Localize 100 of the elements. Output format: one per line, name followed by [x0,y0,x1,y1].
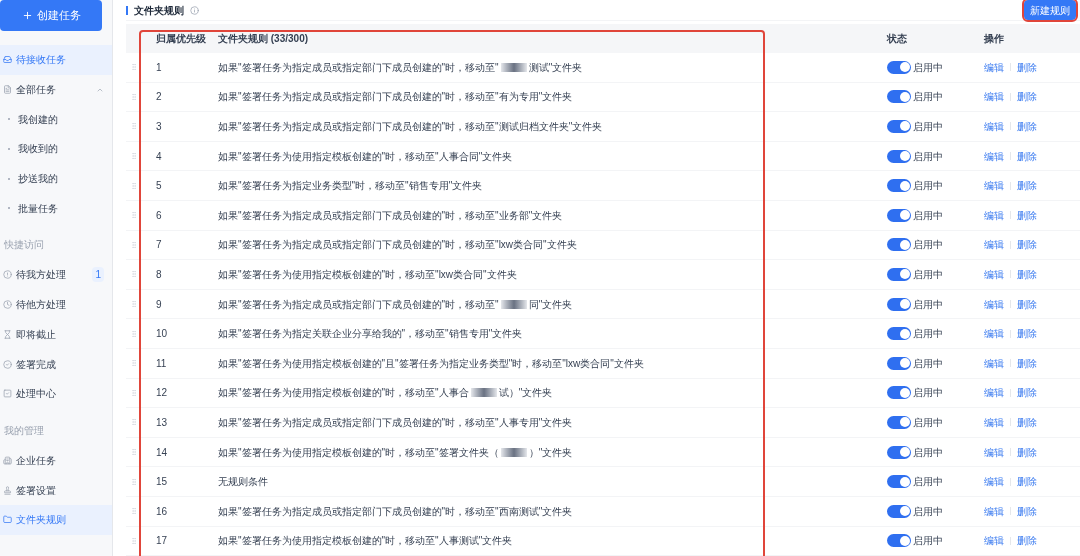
nav-item[interactable]: 企业任务 [0,445,112,476]
edit-link[interactable]: 编辑 [984,474,1004,490]
status-switch[interactable] [887,179,911,193]
status-label: 启用中 [913,534,943,549]
status-switch[interactable] [887,504,911,518]
delete-link[interactable]: 删除 [1017,237,1037,253]
priority-cell-text: 13 [155,415,169,430]
status-switch[interactable] [887,356,911,370]
delete-link[interactable]: 删除 [1017,266,1037,282]
edit-link[interactable]: 编辑 [984,207,1004,223]
nav-subitem[interactable]: 我收到的 [0,134,112,164]
status-switch[interactable] [887,534,911,548]
status-label: 启用中 [913,90,943,105]
edit-link[interactable]: 编辑 [984,119,1004,134]
delete-link[interactable]: 删除 [1017,119,1037,134]
status-switch[interactable] [887,60,911,74]
edit-link[interactable]: 编辑 [984,266,1004,282]
status-label: 启用中 [913,267,943,282]
nav-item[interactable]: 处理中心 [0,378,112,409]
nav-subitem[interactable]: 抄送我的 [0,163,112,194]
priority-cell-text: 10 [155,327,169,342]
priority-cell-text: 7 [155,238,163,253]
edit-link[interactable]: 编辑 [984,414,1004,430]
nav-item[interactable]: 待接收任务 [0,45,112,75]
delete-link[interactable]: 删除 [1017,326,1037,342]
status-switch[interactable] [887,386,911,400]
delete-link[interactable]: 删除 [1017,59,1037,75]
priority-cell-text: 17 [155,534,169,549]
page-title: 文件夹规则 [134,3,184,18]
status-switch[interactable] [887,297,911,311]
delete-link[interactable]: 删除 [1017,503,1037,519]
nav-item[interactable]: 签署设置 [0,475,112,505]
edit-link[interactable]: 编辑 [984,148,1004,164]
priority-cell-text: 15 [155,475,169,490]
nav-subitem[interactable]: 我创建的 [0,104,112,135]
nav-item[interactable]: 待他方处理 [0,289,112,320]
edit-link[interactable]: 编辑 [984,533,1004,549]
nav-item[interactable]: 文件夹规则 [0,504,112,535]
rule-cell-text: 如果"签署任务为使用指定模板创建的"时，移动至"人事测试"文件夹 [218,534,514,549]
status-label: 启用中 [913,60,943,75]
delete-link[interactable]: 删除 [1017,533,1037,549]
status-switch[interactable] [887,120,911,133]
nav-item[interactable]: 全部任务 [0,74,112,105]
rule-cell-text: 如果"签署任务为指定关联企业分享给我的"，移动至"销售专用"文件夹 [218,327,524,342]
section-label: 我的管理 [4,423,44,438]
rule-cell-text: 如果"签署任务为指定成员或指定部门下成员创建的"时，移动至"业务部"文件夹 [218,208,564,223]
delete-link[interactable]: 删除 [1017,207,1037,223]
delete-link[interactable]: 删除 [1017,178,1037,194]
delete-link[interactable]: 删除 [1017,444,1037,460]
status-switch[interactable] [887,445,911,459]
create-task-button[interactable]: 创建任务 [0,0,102,31]
edit-link[interactable]: 编辑 [984,296,1004,312]
delete-link[interactable]: 删除 [1017,474,1037,490]
priority-cell-text: 9 [155,297,163,312]
nav-item[interactable]: 签署完成 [0,349,112,379]
delete-link[interactable]: 删除 [1017,385,1037,401]
status-switch[interactable] [887,327,911,341]
priority-cell-text: 16 [155,504,169,519]
rule-cell-text: 如果"签署任务为使用指定模板创建的"时，移动至"lxw类合同"文件夹 [218,267,518,282]
building-icon [3,455,12,465]
edit-link[interactable]: 编辑 [984,89,1004,105]
status-label: 启用中 [913,504,943,519]
clock-icon [3,300,12,310]
edit-link[interactable]: 编辑 [984,355,1004,371]
status-switch[interactable] [887,149,911,163]
status-label: 启用中 [913,386,943,401]
column-header: 文件夹规则 (33/300) [218,32,310,46]
delete-link[interactable]: 删除 [1017,296,1037,312]
status-label: 启用中 [913,179,943,194]
delete-link[interactable]: 删除 [1017,355,1037,371]
edit-link[interactable]: 编辑 [984,59,1004,75]
new-rule-button[interactable]: 新建规则 [1024,0,1076,20]
rule-cell-text: 如果"签署任务为指定成员或指定部门下成员创建的"时，移动至"测试归档文件夹"文件夹 [218,120,604,134]
nav-item[interactable]: 待我方处理 1 [0,260,112,290]
edit-link[interactable]: 编辑 [984,178,1004,194]
edit-link[interactable]: 编辑 [984,444,1004,460]
edit-link[interactable]: 编辑 [984,326,1004,342]
nav-subitem[interactable]: 批量任务 [0,193,112,224]
status-switch[interactable] [887,238,911,252]
status-switch[interactable] [887,90,911,104]
edit-link[interactable]: 编辑 [984,237,1004,253]
document-icon [3,85,12,95]
priority-cell-text: 1 [155,60,163,75]
status-switch[interactable] [887,208,911,222]
delete-link[interactable]: 删除 [1017,414,1037,430]
plus-icon [21,10,33,21]
edit-link[interactable]: 编辑 [984,385,1004,401]
column-header: 归属优先级 [155,32,207,46]
status-label: 启用中 [913,327,943,342]
count-badge: 1 [92,267,104,283]
status-switch[interactable] [887,267,911,281]
hourglass-icon [3,329,12,339]
nav-item[interactable]: 即将截止 [0,319,112,350]
status-switch[interactable] [887,415,911,429]
edit-link[interactable]: 编辑 [984,503,1004,519]
check-circle-icon [3,359,12,369]
delete-link[interactable]: 删除 [1017,89,1037,105]
status-switch[interactable] [887,475,911,489]
delete-link[interactable]: 删除 [1017,148,1037,164]
folder-icon [3,515,12,525]
